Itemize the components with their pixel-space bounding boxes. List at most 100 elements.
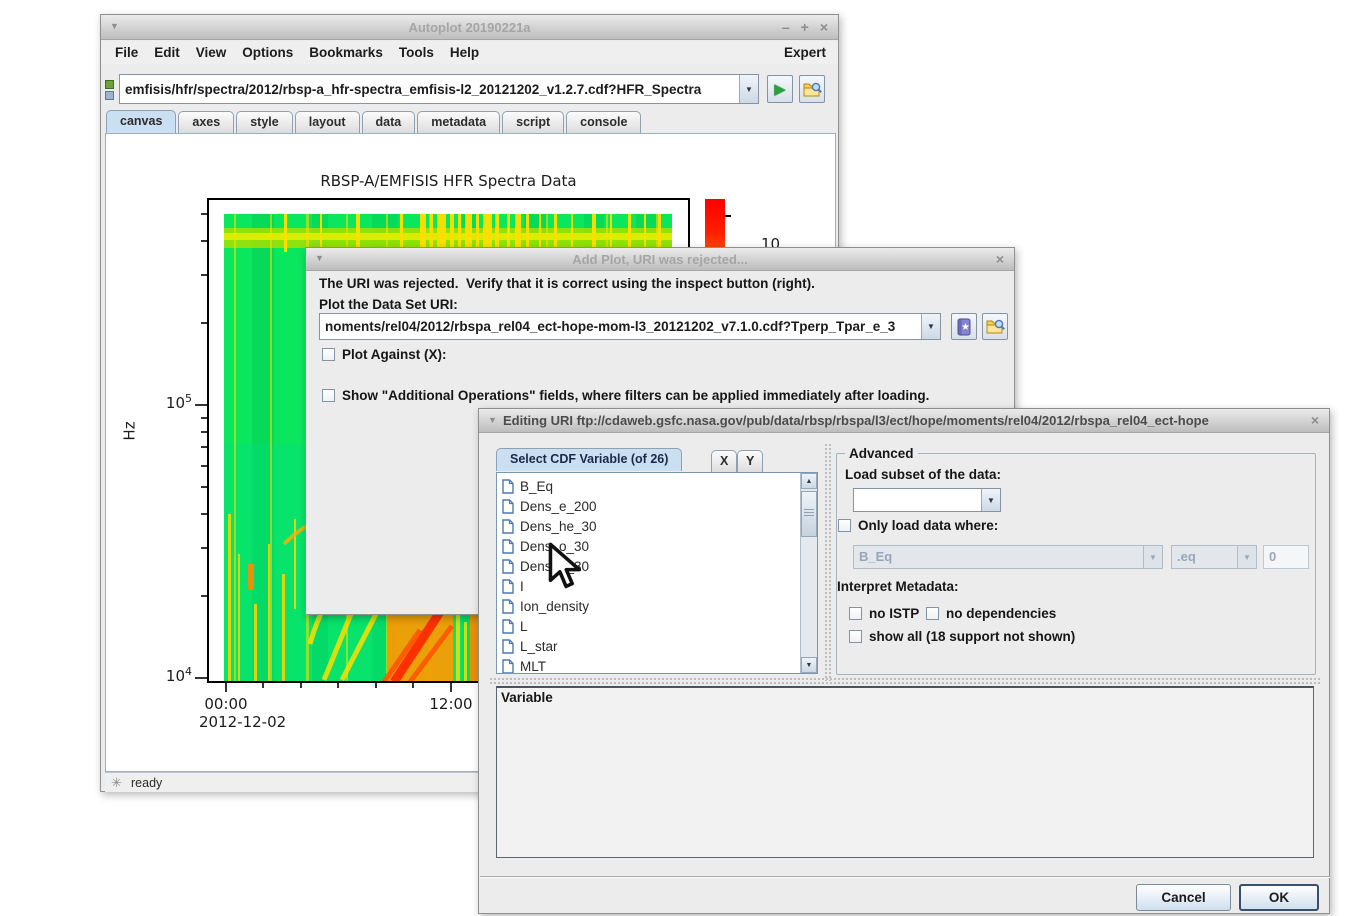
menu-bookmarks[interactable]: Bookmarks <box>301 43 391 62</box>
where-op-combo: .eq ▼ <box>1171 545 1257 569</box>
uri-dropdown-icon[interactable]: ▼ <box>921 314 940 339</box>
list-item: MLT <box>497 656 800 674</box>
no-istp-checkbox[interactable] <box>849 607 862 620</box>
list-item: L_star <box>497 636 800 656</box>
list-item: Dens_e_200 <box>497 496 800 516</box>
advanced-group-label: Advanced <box>845 446 918 461</box>
uri-dropdown-icon[interactable]: ▼ <box>739 75 758 103</box>
variable-name[interactable]: I <box>520 579 524 594</box>
cdf-file-icon <box>502 599 514 614</box>
list-item: B_Eq <box>497 476 800 496</box>
expert-mode-label[interactable]: Expert <box>784 45 832 60</box>
menu-view[interactable]: View <box>188 43 235 62</box>
uri-address-combo[interactable]: ▼ <box>119 74 759 104</box>
variable-name[interactable]: L <box>520 619 528 634</box>
variable-name[interactable]: Dens_he_30 <box>520 519 597 534</box>
close-icon[interactable]: × <box>1311 411 1319 429</box>
tab-layout[interactable]: layout <box>295 111 360 133</box>
editing-uri-titlebar[interactable]: ▼ Editing URI ftp://cdaweb.gsfc.nasa.gov… <box>479 409 1329 433</box>
variable-panel: Variable <box>496 686 1314 858</box>
list-item: L <box>497 616 800 636</box>
xtick-0000: 00:00 <box>196 695 256 713</box>
scroll-down-icon[interactable]: ▼ <box>801 657 817 673</box>
subset-dropdown-icon[interactable]: ▼ <box>981 489 1000 511</box>
where-field-value: B_Eq <box>854 546 1143 568</box>
tab-style[interactable]: style <box>236 111 293 133</box>
cdf-variable-list[interactable]: B_Eq Dens_e_200 Dens_he_30 Dens_o_30 Den… <box>496 472 818 674</box>
plot-against-checkbox[interactable] <box>322 348 335 361</box>
cancel-button[interactable]: Cancel <box>1136 884 1231 911</box>
tab-metadata[interactable]: metadata <box>417 111 500 133</box>
load-subset-label: Load subset of the data: <box>845 467 1001 482</box>
xtick-1200: 12:00 <box>421 695 481 713</box>
inspect-uri-button[interactable] <box>799 75 825 103</box>
maximize-icon[interactable]: + <box>801 18 809 36</box>
show-operations-checkbox[interactable] <box>322 389 335 402</box>
subset-combo[interactable]: ▼ <box>853 488 1001 512</box>
variable-panel-label: Variable <box>501 690 553 705</box>
scroll-up-icon[interactable]: ▲ <box>801 473 817 489</box>
where-op-dropdown-icon: ▼ <box>1237 546 1256 568</box>
add-plot-title: Add Plot, URI was rejected... <box>306 252 1014 267</box>
datasource-status-icon <box>105 80 114 89</box>
inspect-uri-button[interactable] <box>982 313 1008 340</box>
variable-name[interactable]: Dens_e_200 <box>520 499 597 514</box>
cdf-file-icon <box>502 579 514 594</box>
menu-options[interactable]: Options <box>234 43 301 62</box>
interpret-metadata-label: Interpret Metadata: <box>837 579 959 594</box>
vertical-splitter[interactable] <box>824 443 832 681</box>
main-window-titlebar[interactable]: ▼ Autoplot 20190221a – + × <box>101 15 838 40</box>
ytick-1e4-exp: 4 <box>185 665 192 678</box>
tab-x[interactable]: X <box>711 450 737 472</box>
close-icon[interactable]: × <box>820 18 828 36</box>
no-dependencies-checkbox[interactable] <box>926 607 939 620</box>
dataset-uri-input[interactable] <box>320 314 921 339</box>
menu-edit[interactable]: Edit <box>146 43 188 62</box>
menu-file[interactable]: File <box>107 43 146 62</box>
cdf-file-icon <box>502 559 514 574</box>
uri-address-input[interactable] <box>120 75 739 103</box>
tab-y[interactable]: Y <box>737 450 763 472</box>
cdf-file-icon <box>502 519 514 534</box>
folder-search-icon <box>986 318 1005 335</box>
where-number-value: 0 <box>1264 546 1308 568</box>
ytick-1e4: 104 <box>154 665 192 685</box>
y-axis-label: Hz <box>121 421 139 440</box>
variable-name[interactable]: B_Eq <box>520 479 553 494</box>
ok-button[interactable]: OK <box>1239 884 1319 911</box>
window-menu-icon[interactable]: ▼ <box>110 22 119 31</box>
tab-data[interactable]: data <box>362 111 416 133</box>
variable-name[interactable]: Ion_density <box>520 599 589 614</box>
show-operations-label: Show "Additional Operations" fields, whe… <box>342 388 929 403</box>
rejected-message: The URI was rejected. Verify that it is … <box>319 276 815 291</box>
tab-script[interactable]: script <box>502 111 564 133</box>
variable-name[interactable]: MLT <box>520 659 546 674</box>
menu-tools[interactable]: Tools <box>391 43 442 62</box>
menu-help[interactable]: Help <box>442 43 487 62</box>
tab-console[interactable]: console <box>566 111 641 133</box>
plot-title: RBSP-A/EMFISIS HFR Spectra Data <box>207 172 690 190</box>
list-item: Dens_o_30 <box>497 536 800 556</box>
plot-go-button[interactable]: ▶ <box>767 75 793 103</box>
tab-axes[interactable]: axes <box>178 111 234 133</box>
variable-name[interactable]: L_star <box>520 639 558 654</box>
list-item: Dens_p_30 <box>497 556 800 576</box>
list-scrollbar[interactable]: ▲ ▼ <box>800 473 817 673</box>
status-text: ready <box>131 776 162 790</box>
minimize-icon[interactable]: – <box>782 18 790 36</box>
tab-select-cdf-variable[interactable]: Select CDF Variable (of 26) <box>496 448 682 471</box>
bookmark-button[interactable] <box>951 313 977 340</box>
editing-uri-title: Editing URI ftp://cdaweb.gsfc.nasa.gov/p… <box>479 413 1329 428</box>
tab-canvas[interactable]: canvas <box>106 110 176 133</box>
horizontal-splitter[interactable] <box>489 677 1321 685</box>
x-axis-date: 2012-12-02 <box>199 713 286 731</box>
only-load-checkbox[interactable] <box>838 519 851 532</box>
cdf-file-icon <box>502 539 514 554</box>
window-menu-icon[interactable]: ▼ <box>488 416 497 425</box>
window-menu-icon[interactable]: ▼ <box>315 254 324 263</box>
dataset-uri-combo[interactable]: ▼ <box>319 313 941 340</box>
cdf-file-icon <box>502 639 514 654</box>
close-icon[interactable]: × <box>996 250 1004 268</box>
show-all-checkbox[interactable] <box>849 630 862 643</box>
add-plot-titlebar[interactable]: ▼ Add Plot, URI was rejected... × <box>306 248 1014 271</box>
